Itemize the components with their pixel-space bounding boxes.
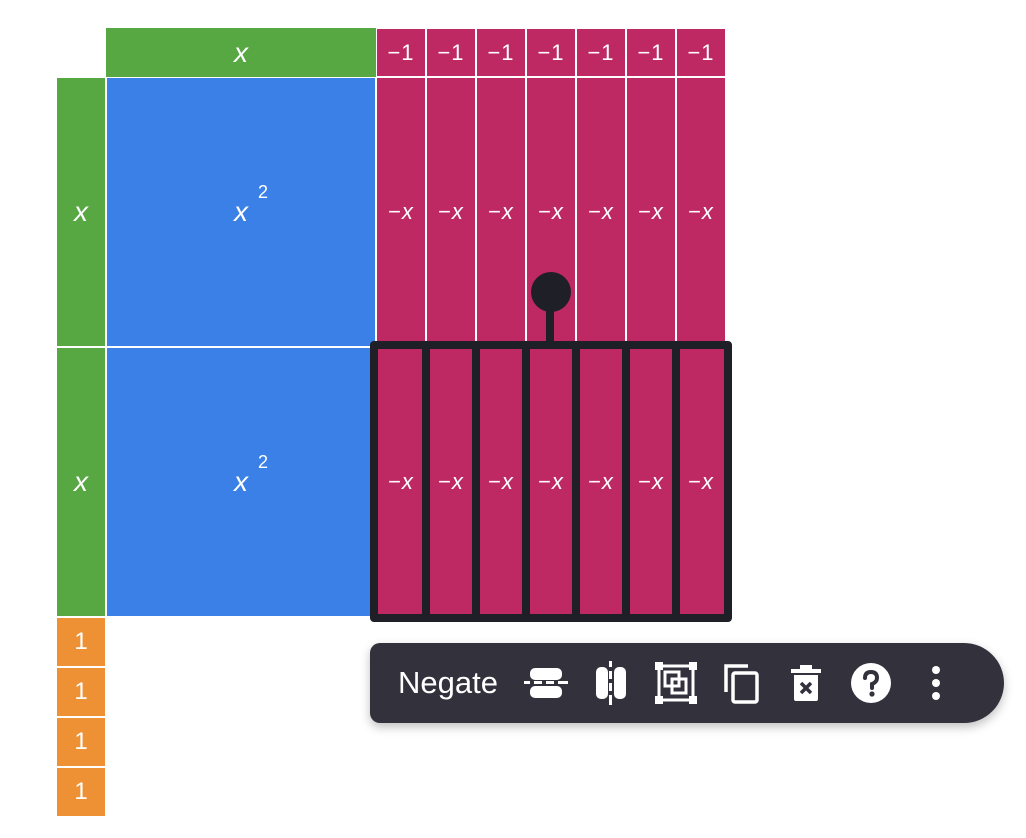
- neg-one-tile[interactable]: −1: [426, 28, 476, 77]
- neg-one-label: −1: [437, 39, 465, 65]
- one-label: 1: [74, 678, 88, 705]
- neg-x-label: −x: [438, 469, 464, 494]
- top-x-label: x: [234, 36, 248, 68]
- neg-x-label: −x: [488, 199, 514, 224]
- x-squared-label: x2: [234, 182, 268, 227]
- neg-x-tile[interactable]: −x: [476, 77, 526, 347]
- neg-one-tile[interactable]: −1: [376, 28, 426, 77]
- rotate-handle[interactable]: [531, 272, 571, 312]
- top-x-tile[interactable]: x: [106, 28, 376, 77]
- group-icon: [654, 662, 697, 704]
- neg-x-tile[interactable]: −x: [626, 77, 676, 347]
- neg-one-label: −1: [537, 39, 565, 65]
- neg-x-tile[interactable]: −x: [626, 347, 676, 617]
- neg-one-label: −1: [587, 39, 615, 65]
- neg-one-tile[interactable]: −1: [676, 28, 726, 77]
- neg-x-label: −x: [638, 199, 664, 224]
- more-icon: [931, 666, 940, 700]
- neg-one-label: −1: [637, 39, 665, 65]
- neg-x-label: −x: [488, 469, 514, 494]
- delete-button[interactable]: [780, 657, 832, 709]
- neg-x-label: −x: [688, 199, 714, 224]
- flip-horizontal-icon: [523, 668, 568, 698]
- neg-x-label: −x: [538, 469, 564, 494]
- neg-one-label: −1: [687, 39, 715, 65]
- help-button[interactable]: [845, 657, 897, 709]
- one-label: 1: [74, 628, 88, 655]
- neg-x-label: −x: [588, 469, 614, 494]
- flip-vertical-button[interactable]: [585, 657, 637, 709]
- neg-one-tile[interactable]: −1: [526, 28, 576, 77]
- neg-x-tile[interactable]: −x: [526, 347, 576, 617]
- neg-x-label: −x: [688, 469, 714, 494]
- neg-x-tile[interactable]: −x: [676, 77, 726, 347]
- neg-one-tile[interactable]: −1: [476, 28, 526, 77]
- one-label: 1: [74, 778, 88, 805]
- help-icon: [850, 663, 891, 703]
- neg-x-tile[interactable]: −x: [576, 347, 626, 617]
- neg-x-tile[interactable]: −x: [376, 77, 426, 347]
- delete-icon: [790, 665, 821, 701]
- duplicate-icon: [724, 664, 759, 704]
- x-squared-tile[interactable]: x2: [106, 77, 376, 347]
- one-tile[interactable]: 1: [56, 667, 106, 717]
- left-x-tile[interactable]: x: [56, 77, 106, 347]
- group-button[interactable]: [650, 657, 702, 709]
- one-label: 1: [74, 728, 88, 755]
- flip-vertical-icon: [595, 661, 626, 705]
- neg-x-label: −x: [388, 199, 414, 224]
- neg-x-label: −x: [538, 199, 564, 224]
- neg-x-tile[interactable]: −x: [426, 347, 476, 617]
- neg-x-tile[interactable]: −x: [576, 77, 626, 347]
- one-tile[interactable]: 1: [56, 767, 106, 817]
- duplicate-button[interactable]: [715, 657, 767, 709]
- left-x-label: x: [74, 196, 88, 227]
- neg-one-label: −1: [387, 39, 415, 65]
- selection-toolbar: Negate: [370, 643, 1004, 723]
- negate-button[interactable]: Negate: [398, 665, 498, 701]
- neg-x-label: −x: [638, 469, 664, 494]
- neg-one-tile[interactable]: −1: [626, 28, 676, 77]
- neg-x-tile[interactable]: −x: [476, 347, 526, 617]
- left-x-label: x: [74, 466, 88, 497]
- neg-x-label: −x: [438, 199, 464, 224]
- one-tile[interactable]: 1: [56, 617, 106, 667]
- x-squared-tile[interactable]: x2: [106, 347, 376, 617]
- neg-x-tile[interactable]: −x: [676, 347, 726, 617]
- neg-x-label: −x: [588, 199, 614, 224]
- neg-x-label: −x: [388, 469, 414, 494]
- x-squared-label: x2: [234, 452, 268, 497]
- flip-horizontal-button[interactable]: [520, 657, 572, 709]
- neg-one-tile[interactable]: −1: [576, 28, 626, 77]
- neg-x-tile[interactable]: −x: [426, 77, 476, 347]
- one-tile[interactable]: 1: [56, 717, 106, 767]
- left-x-tile[interactable]: x: [56, 347, 106, 617]
- neg-one-label: −1: [487, 39, 515, 65]
- neg-x-tile[interactable]: −x: [376, 347, 426, 617]
- more-options-button[interactable]: [910, 657, 962, 709]
